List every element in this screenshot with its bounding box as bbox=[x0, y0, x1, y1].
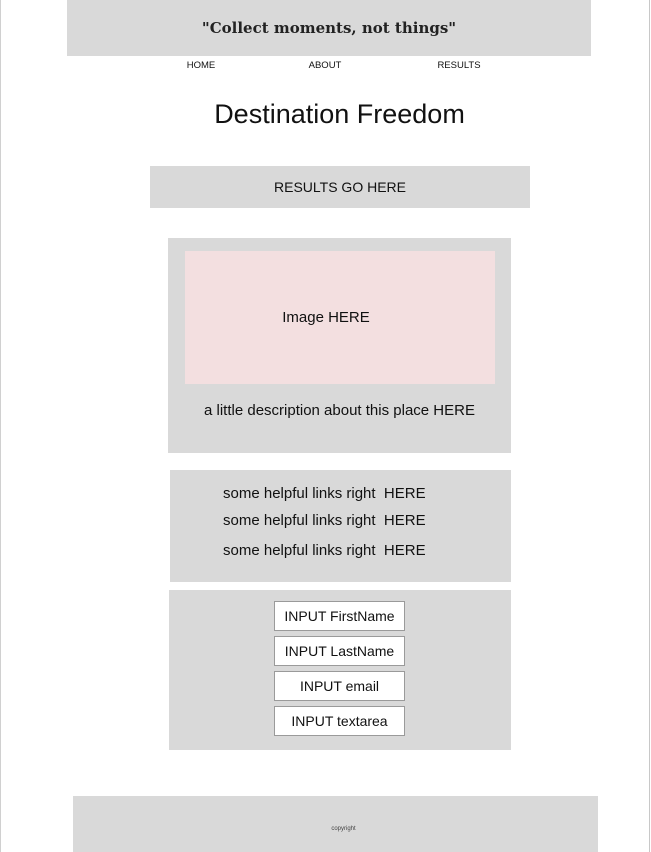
header-banner: "Collect moments, not things" bbox=[67, 0, 591, 56]
main-nav: HOME ABOUT RESULTS bbox=[0, 60, 651, 74]
helpful-link[interactable]: HERE bbox=[384, 485, 426, 502]
list-item: some helpful links right HERE bbox=[223, 542, 426, 559]
message-textarea[interactable]: INPUT textarea bbox=[274, 706, 405, 736]
nav-about-link[interactable]: ABOUT bbox=[309, 60, 342, 71]
link-text: some helpful links right bbox=[223, 542, 384, 559]
nav-home-link[interactable]: HOME bbox=[187, 60, 216, 71]
link-text: some helpful links right bbox=[223, 485, 384, 502]
link-text: some helpful links right bbox=[223, 512, 384, 529]
helpful-links-panel: some helpful links right HERE some helpf… bbox=[170, 470, 511, 582]
footer: copyright bbox=[73, 796, 598, 852]
contact-form: INPUT textarea bbox=[169, 590, 511, 750]
results-panel: RESULTS GO HERE bbox=[150, 166, 530, 208]
results-label: RESULTS GO HERE bbox=[274, 179, 406, 195]
list-item: some helpful links right HERE bbox=[223, 512, 426, 529]
destination-card: Image HERE a little description about th… bbox=[168, 238, 511, 453]
nav-results-link[interactable]: RESULTS bbox=[437, 60, 480, 71]
first-name-input[interactable] bbox=[274, 601, 405, 631]
helpful-link[interactable]: HERE bbox=[384, 542, 426, 559]
destination-image-placeholder: Image HERE bbox=[185, 251, 495, 384]
image-label: Image HERE bbox=[282, 309, 370, 326]
list-item: some helpful links right HERE bbox=[223, 485, 426, 502]
copyright-text: copyright bbox=[331, 826, 356, 832]
header-quote: "Collect moments, not things" bbox=[201, 19, 457, 37]
helpful-link[interactable]: HERE bbox=[384, 512, 426, 529]
email-input[interactable] bbox=[274, 671, 405, 701]
page-title: Destination Freedom bbox=[214, 99, 465, 129]
destination-description: a little description about this place HE… bbox=[204, 402, 475, 419]
last-name-input[interactable] bbox=[274, 636, 405, 666]
